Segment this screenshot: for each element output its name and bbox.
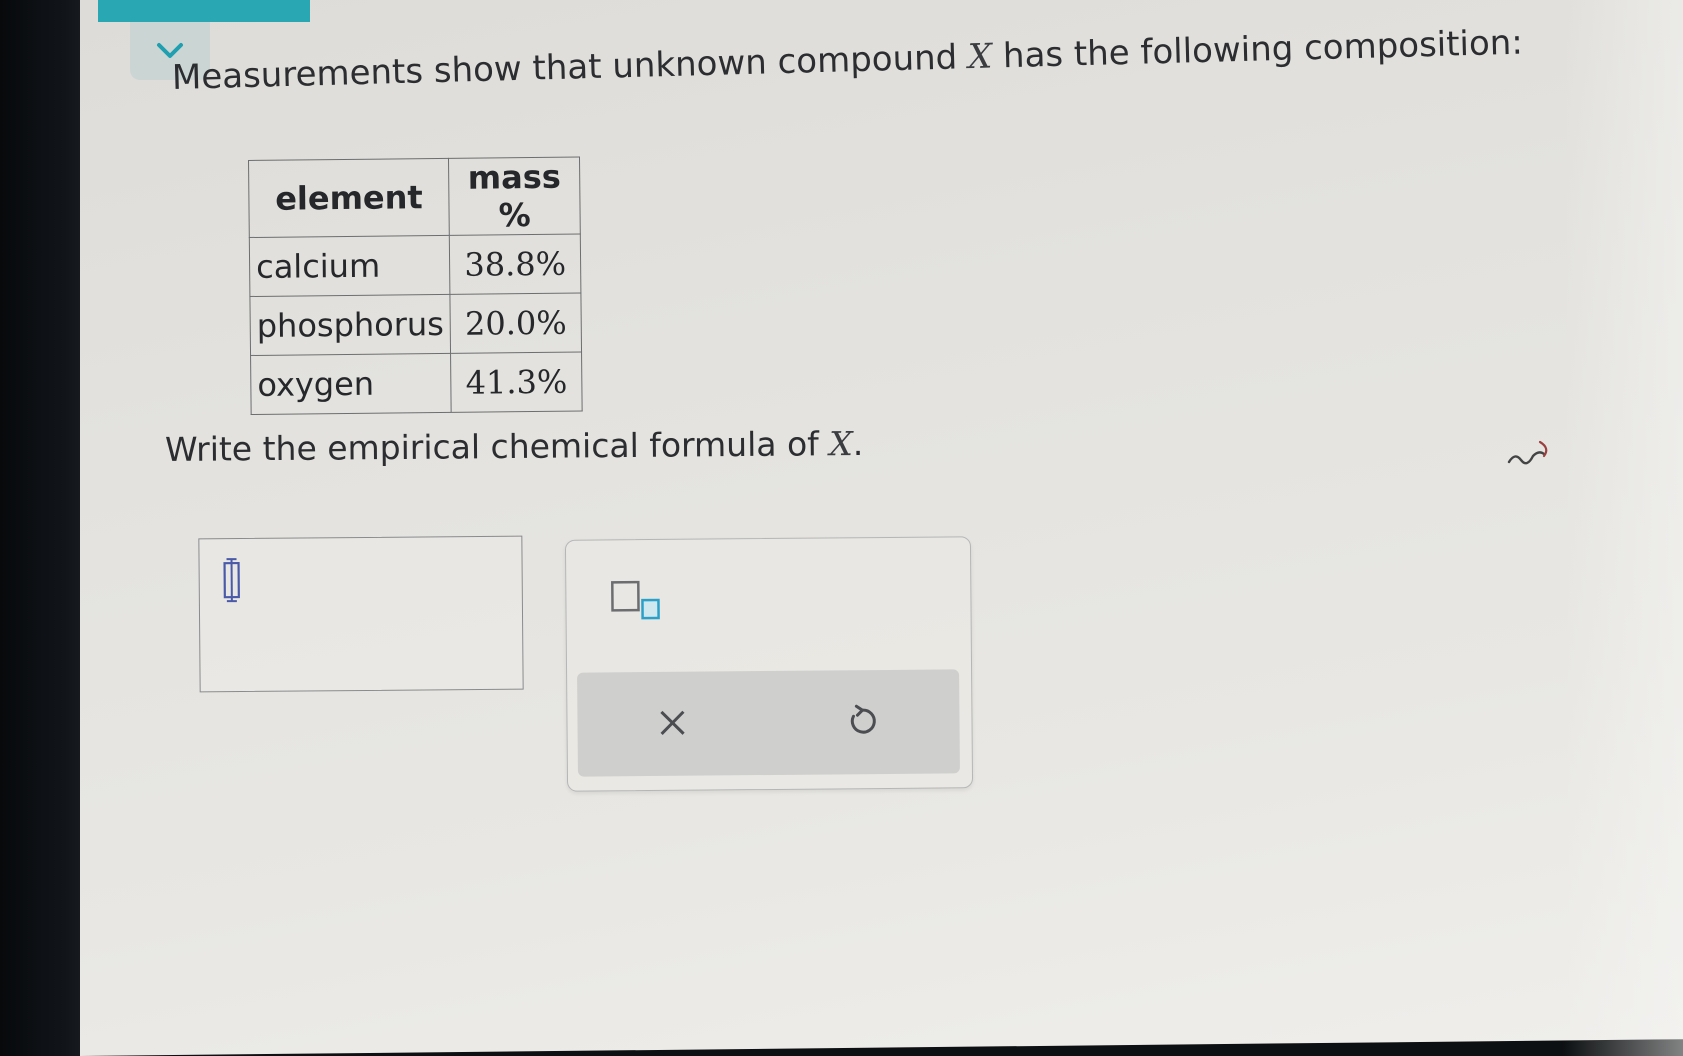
composition-table: element mass % calcium 38.8% phosphorus …	[248, 157, 583, 415]
undo-icon	[850, 704, 876, 734]
undo-button[interactable]	[827, 688, 898, 755]
column-header-element: element	[248, 158, 450, 238]
column-header-mass: mass %	[448, 157, 581, 236]
table-row: calcium 38.8%	[249, 234, 582, 297]
question-variable: X	[829, 423, 853, 464]
monitor-bezel	[0, 0, 92, 1056]
squiggle-cursor-icon	[1507, 440, 1548, 465]
answer-input[interactable]	[198, 535, 524, 693]
screen-glare	[1563, 0, 1683, 1056]
close-icon	[660, 710, 685, 735]
question-text-before: Write the empirical chemical formula of	[164, 424, 830, 469]
subscript-button[interactable]	[608, 578, 668, 631]
clear-button[interactable]	[637, 690, 708, 757]
compound-variable: X	[967, 36, 993, 78]
answer-keypad	[564, 536, 974, 792]
subscript-template-icon	[611, 580, 660, 620]
keypad-action-row	[577, 669, 960, 777]
header-accent-bar	[98, 0, 310, 22]
text-cursor-icon	[223, 558, 240, 603]
question-prompt: Write the empirical chemical formula of …	[165, 424, 864, 469]
element-cell: oxygen	[250, 353, 452, 415]
mass-cell: 20.0%	[450, 293, 582, 354]
element-cell: calcium	[249, 235, 451, 297]
table-row: phosphorus 20.0%	[249, 293, 582, 356]
table-row: oxygen 41.3%	[250, 352, 583, 415]
mass-cell: 41.3%	[450, 352, 583, 413]
table-header-row: element mass %	[248, 157, 581, 238]
mass-cell: 38.8%	[449, 234, 582, 295]
question-text-after: .	[852, 423, 864, 463]
element-cell: phosphorus	[249, 294, 451, 356]
